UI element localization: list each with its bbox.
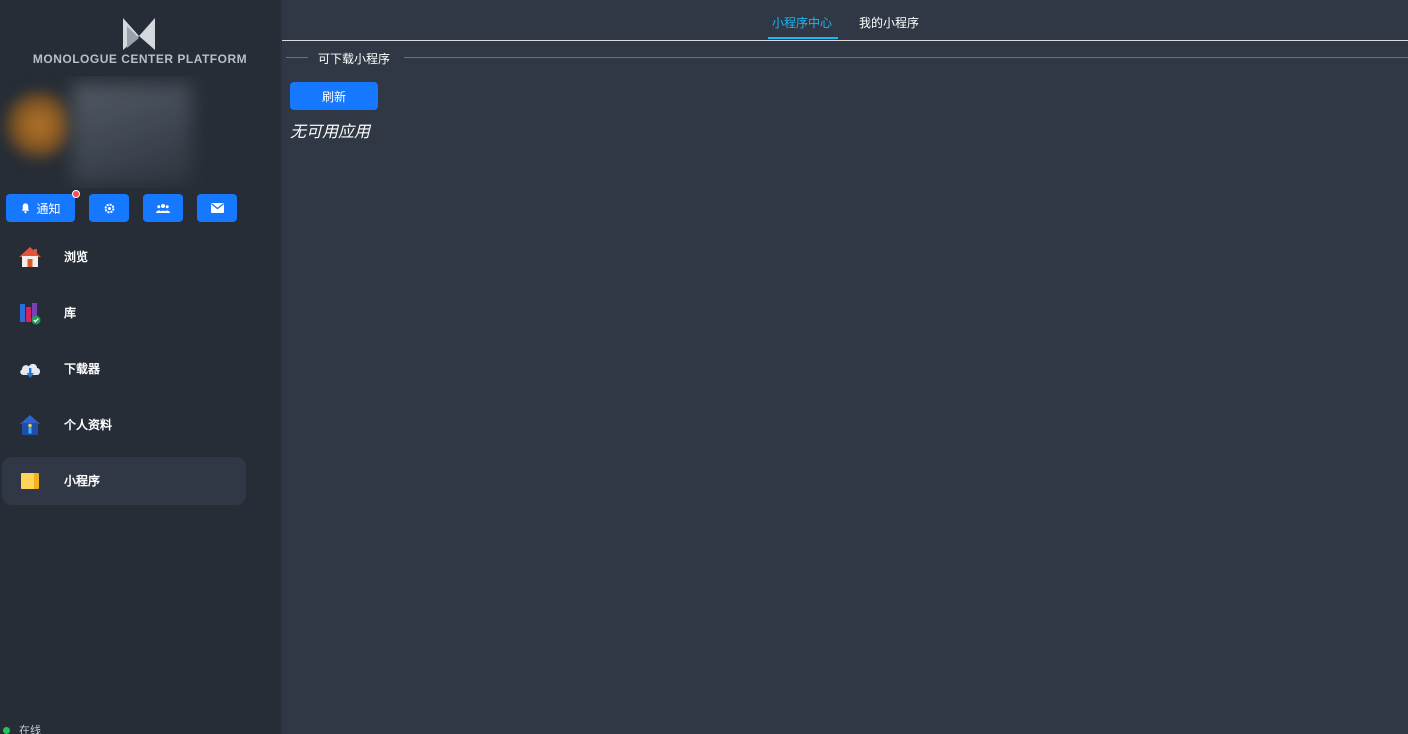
profile-house-icon [20,415,40,435]
user-profile-card[interactable] [0,76,280,188]
section-title: 可下载小程序 [318,52,391,66]
sidebar-item-label: 个人资料 [64,418,113,432]
gear-icon [104,203,114,213]
refresh-button[interactable]: 刷新 [290,82,378,110]
people-icon [156,203,170,213]
empty-state-message: 无可用应用 [290,122,371,141]
settings-button[interactable] [89,194,129,222]
sidebar-item-label: 浏览 [64,250,89,264]
tab-bar: 小程序中心 我的小程序 [282,0,1408,41]
bell-icon [22,203,30,214]
logo-icon [123,18,155,50]
status-label: 在线 [19,724,41,734]
home-icon [19,247,41,267]
tab-my-mini-programs[interactable]: 我的小程序 [859,14,919,31]
mail-icon [210,203,224,213]
sidebar-item-downloader[interactable]: 下载器 [2,345,246,393]
sidebar: MONOLOGUE CENTER PLATFORM 通知 浏览 库 下载器 个人… [0,0,282,734]
main-content: 小程序中心 我的小程序 可下载小程序 刷新 无可用应用 [282,0,1408,734]
status-indicator [3,726,10,734]
section-divider: 可下载小程序 [286,50,1408,66]
friends-button[interactable] [143,194,183,222]
sidebar-item-label: 小程序 [64,474,101,488]
brand-name: MONOLOGUE CENTER PLATFORM [32,52,248,66]
notifications-label: 通知 [36,201,61,216]
cloud-download-icon [20,363,40,378]
avatar[interactable] [6,92,72,158]
mail-button[interactable] [197,194,237,222]
mini-program-icon [21,473,39,489]
library-icon [20,303,41,325]
notifications-button[interactable]: 通知 [6,190,80,222]
online-status: 在线 [3,722,41,734]
active-tab-indicator [768,37,838,39]
sidebar-item-profile[interactable]: 个人资料 [2,401,246,449]
app-window: MONOLOGUE CENTER PLATFORM 通知 浏览 库 下载器 个人… [0,0,1408,734]
sidebar-item-browse[interactable]: 浏览 [2,233,246,281]
sidebar-item-label: 下载器 [64,362,101,376]
brand-logo: MONOLOGUE CENTER PLATFORM [0,14,280,74]
tab-mini-program-center[interactable]: 小程序中心 [772,14,832,31]
notification-badge [72,190,80,198]
sidebar-item-library[interactable]: 库 [2,289,246,337]
user-info-blurred [72,84,192,184]
sidebar-item-mini-programs[interactable]: 小程序 [2,457,246,505]
sidebar-item-label: 库 [64,306,77,320]
